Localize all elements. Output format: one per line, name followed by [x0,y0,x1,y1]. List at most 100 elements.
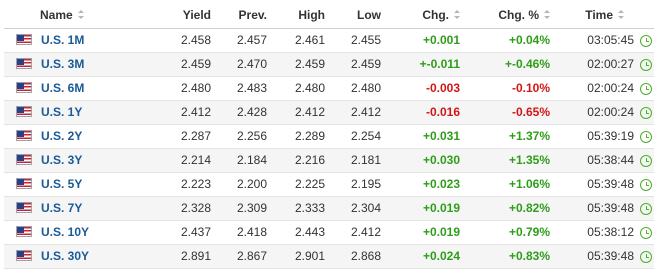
cell-yield: 2.458 [180,33,211,47]
instrument-link[interactable]: U.S. 2Y [41,129,82,143]
cell-name: U.S. 1M [4,28,154,52]
us-flag-icon [16,34,32,45]
cell-prev: 2.483 [236,81,267,95]
cell-chg-pct: +0.79% [508,225,550,239]
clock-icon [640,250,652,263]
cell-chg: +0.001 [422,33,460,47]
cell-low: 2.480 [350,81,381,95]
instrument-link[interactable]: U.S. 6M [41,81,84,95]
cell-clock [638,148,654,172]
us-flag-icon [16,226,32,237]
table-row: U.S. 3M 2.459 2.470 2.459 2.459 +-0.011 +-0.46… [4,52,655,76]
cell-prev: 2.470 [236,57,267,71]
table-row: U.S. 6M 2.480 2.483 2.480 2.480 -0.003 -0.10% 0… [4,76,655,100]
cell-clock [638,100,654,124]
cell-clock [638,28,654,52]
cell-prev: 2.256 [236,129,267,143]
cell-chg-pct: +0.82% [508,201,550,215]
us-flag-icon [16,58,32,69]
cell-high: 2.443 [294,225,325,239]
sort-arrows-icon [454,10,460,20]
table-row: U.S. 1Y 2.412 2.428 2.412 2.412 -0.016 -0.65% 0… [4,100,655,124]
table-row: U.S. 1M 2.458 2.457 2.461 2.455 +0.001 +0.04% 0… [4,28,655,52]
header-chg-pct-label: Chg. % [498,7,539,22]
cell-name: U.S. 1Y [4,100,154,124]
cell-chg-pct: +0.04% [508,33,550,47]
header-time[interactable]: Time [558,2,655,29]
cell-low: 2.195 [350,177,381,191]
cell-yield: 2.412 [180,105,211,119]
table-body: U.S. 1M 2.458 2.457 2.461 2.455 +0.001 +0.04% 0… [4,28,655,268]
instrument-link[interactable]: U.S. 3M [41,57,84,71]
bond-yields-table: Name Yield Prev. High Low Chg. Chg. % Ti… [4,2,655,269]
cell-clock [638,76,654,100]
clock-icon [640,202,652,215]
clock-icon [640,106,652,119]
header-name[interactable]: Name [4,2,154,29]
header-name-label: Name [40,7,73,22]
cell-time: 02:00:27 [587,57,634,71]
cell-name: U.S. 5Y [4,172,154,196]
cell-high: 2.901 [294,249,325,263]
cell-name: U.S. 6M [4,76,154,100]
instrument-link[interactable]: U.S. 1M [41,33,84,47]
instrument-link[interactable]: U.S. 10Y [41,225,89,239]
cell-yield: 2.891 [180,249,211,263]
cell-time: 05:39:48 [587,201,634,215]
cell-name: U.S. 3M [4,52,154,76]
cell-time: 02:00:24 [587,105,634,119]
bond-yields-table-container: Name Yield Prev. High Low Chg. Chg. % Ti… [4,2,655,269]
cell-chg: +-0.011 [419,57,460,71]
clock-icon [640,178,652,191]
header-low: Low [333,2,389,29]
clock-icon [640,34,652,47]
cell-name: U.S. 2Y [4,124,154,148]
header-yield-label: Yield [182,7,211,22]
table-row: U.S. 30Y 2.891 2.867 2.901 2.868 +0.024 +0.83%… [4,244,655,268]
cell-low: 2.181 [350,153,381,167]
cell-chg: +0.019 [422,201,460,215]
cell-name: U.S. 7Y [4,196,154,220]
header-prev: Prev. [219,2,275,29]
header-chg-label: Chg. [422,7,449,22]
cell-chg: +0.030 [422,153,460,167]
table-row: U.S. 2Y 2.287 2.256 2.289 2.254 +0.031 +1.37% 0… [4,124,655,148]
cell-clock [638,124,654,148]
cell-yield: 2.437 [180,225,211,239]
cell-high: 2.216 [294,153,325,167]
cell-high: 2.333 [294,201,325,215]
cell-chg-pct: -0.10% [511,81,550,95]
cell-time: 02:00:24 [587,81,634,95]
instrument-link[interactable]: U.S. 1Y [41,105,82,119]
cell-chg-pct: -0.65% [511,105,550,119]
cell-clock [638,220,654,244]
cell-low: 2.455 [350,33,381,47]
us-flag-icon [16,130,32,141]
header-chg-pct[interactable]: Chg. % [468,2,558,29]
clock-icon [640,82,652,95]
cell-chg-pct: +1.35% [508,153,550,167]
cell-yield: 2.214 [180,153,211,167]
sort-arrows-icon [544,10,550,20]
header-high-label: High [298,7,325,22]
header-chg[interactable]: Chg. [389,2,468,29]
cell-prev: 2.428 [236,105,267,119]
cell-name: U.S. 10Y [4,220,154,244]
instrument-link[interactable]: U.S. 30Y [41,249,89,263]
instrument-link[interactable]: U.S. 7Y [41,201,82,215]
cell-high: 2.225 [294,177,325,191]
instrument-link[interactable]: U.S. 3Y [41,153,82,167]
cell-prev: 2.309 [236,201,267,215]
clock-icon [640,130,652,143]
cell-high: 2.289 [294,129,325,143]
clock-icon [640,226,652,239]
us-flag-icon [16,82,32,93]
cell-time: 05:39:48 [587,249,634,263]
cell-prev: 2.418 [236,225,267,239]
table-row: U.S. 3Y 2.214 2.184 2.216 2.181 +0.030 +1.35% 0… [4,148,655,172]
cell-chg: +0.031 [422,129,460,143]
cell-chg: +0.024 [422,249,460,263]
header-time-label: Time [585,7,614,22]
instrument-link[interactable]: U.S. 5Y [41,177,82,191]
cell-prev: 2.200 [236,177,267,191]
